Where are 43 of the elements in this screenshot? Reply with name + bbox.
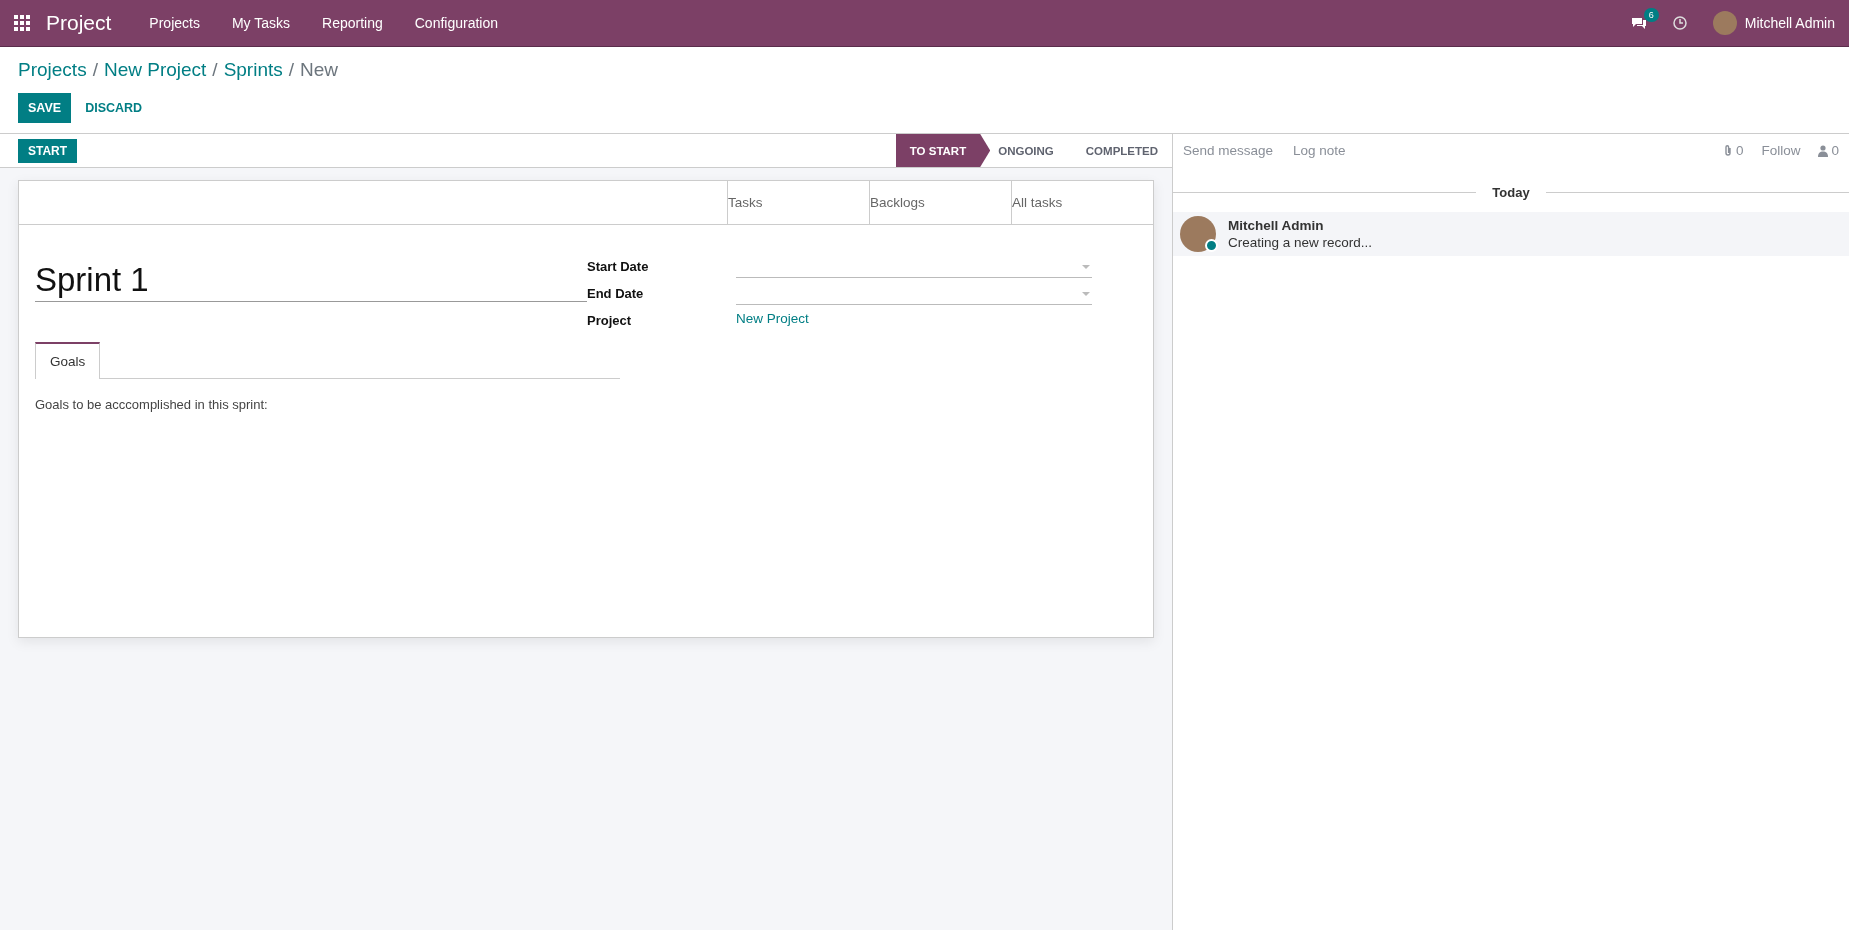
clock-icon[interactable] bbox=[1672, 16, 1687, 30]
menu-item[interactable]: Projects bbox=[133, 15, 216, 31]
breadcrumb-separator: / bbox=[212, 59, 218, 81]
notebook-tab[interactable]: Goals bbox=[35, 342, 101, 379]
user-name[interactable]: Mitchell Admin bbox=[1744, 15, 1835, 31]
breadcrumb[interactable]: Sprints bbox=[223, 59, 283, 81]
breadcrumb[interactable]: Projects bbox=[18, 59, 87, 81]
send-message-link[interactable]: Send message bbox=[1183, 143, 1274, 158]
breadcrumb: New bbox=[300, 59, 339, 81]
breadcrumb-separator: / bbox=[288, 59, 295, 81]
breadcrumb-separator: / bbox=[92, 59, 98, 81]
discard-button[interactable]: DISCARD bbox=[75, 93, 153, 123]
start-button[interactable]: START bbox=[18, 138, 78, 163]
field-label: Start Date bbox=[587, 258, 650, 276]
paperclip-icon bbox=[1722, 144, 1733, 157]
log-note-link[interactable]: Log note bbox=[1293, 143, 1346, 158]
message-author: Mitchell Admin bbox=[1228, 218, 1325, 233]
message-body: Creating a new record... bbox=[1228, 235, 1373, 250]
stage-button[interactable]: TO START bbox=[895, 134, 991, 167]
field-label: End Date bbox=[587, 285, 645, 303]
app-name: Project bbox=[46, 11, 112, 35]
attachments-button[interactable]: 0 bbox=[1722, 143, 1744, 158]
smart-button[interactable]: Backlogs bbox=[869, 181, 1011, 224]
save-button[interactable]: SAVE bbox=[18, 93, 72, 123]
menu-item[interactable]: My Tasks bbox=[215, 15, 307, 31]
sprint-name-field[interactable]: Sprint 1 bbox=[35, 261, 587, 302]
person-icon bbox=[1818, 144, 1829, 157]
caret-icon bbox=[1082, 265, 1090, 269]
date-separator: Today bbox=[1492, 185, 1530, 200]
caret-icon bbox=[1082, 292, 1090, 296]
follow-link[interactable]: Follow bbox=[1761, 143, 1801, 158]
breadcrumb[interactable]: New Project bbox=[103, 59, 207, 81]
smart-button[interactable]: All tasks bbox=[1011, 181, 1153, 224]
message-count-badge: 6 bbox=[1643, 8, 1659, 22]
menu-item[interactable]: Reporting bbox=[306, 15, 399, 31]
menu-item[interactable]: Configuration bbox=[398, 15, 514, 31]
field-label: Project bbox=[587, 312, 633, 328]
apps-grid-icon[interactable] bbox=[14, 15, 30, 31]
chat-icon[interactable] bbox=[1630, 16, 1647, 30]
goals-text: Goals to be acccomplished in this sprint: bbox=[35, 397, 269, 412]
project-link[interactable]: New Project bbox=[736, 307, 809, 326]
smart-button[interactable]: Tasks bbox=[727, 181, 869, 224]
followers-button[interactable]: 0 bbox=[1818, 143, 1839, 158]
